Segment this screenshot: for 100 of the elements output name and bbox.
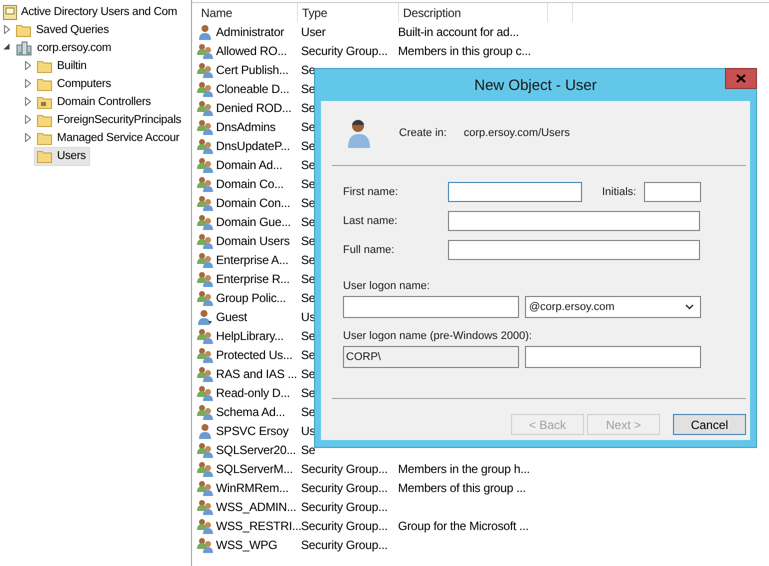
name-cell[interactable]: WSS_ADMIN... — [216, 500, 296, 514]
group-icon — [197, 498, 213, 514]
name-cell[interactable]: SQLServer20... — [216, 442, 296, 456]
description-cell: Members of this group ... — [398, 480, 526, 494]
tree-item[interactable]: Computers — [34, 74, 115, 94]
tree-item[interactable]: Builtin — [34, 56, 91, 76]
tree-item[interactable]: Saved Queries — [13, 20, 113, 40]
group-icon — [197, 270, 213, 286]
tree-item[interactable]: Managed Service Accour — [34, 128, 184, 148]
folder-icon — [37, 150, 52, 162]
name-cell[interactable]: DnsUpdateP... — [216, 138, 290, 152]
name-cell[interactable]: Enterprise A... — [216, 252, 288, 266]
text-field[interactable] — [525, 346, 701, 368]
collapse-arrow-icon[interactable] — [3, 43, 10, 50]
name-cell[interactable]: SPSVC Ersoy — [216, 424, 288, 438]
group-icon — [197, 80, 213, 96]
group-icon — [197, 156, 213, 172]
type-cell: Security Group... — [301, 480, 388, 494]
folder-icon — [37, 60, 52, 72]
tree-item[interactable]: ForeignSecurityPrincipals — [34, 110, 186, 130]
column-header[interactable]: Description — [399, 3, 548, 22]
group-icon — [197, 194, 213, 210]
text-field[interactable] — [448, 182, 582, 202]
name-cell[interactable]: Read-only D... — [216, 386, 290, 400]
folder-icon — [37, 96, 52, 108]
name-cell[interactable]: Denied ROD... — [216, 100, 292, 114]
user-icon — [197, 308, 213, 324]
name-cell[interactable]: Domain Con... — [216, 196, 290, 210]
console-icon — [3, 4, 17, 20]
field-label: User logon name (pre-Windows 2000): — [343, 330, 533, 342]
field-label: First name: — [343, 186, 400, 198]
name-cell[interactable]: Cert Publish... — [216, 62, 288, 76]
field-label: Last name: — [343, 215, 398, 227]
name-cell[interactable]: Guest — [216, 310, 248, 324]
domain-dropdown[interactable]: @corp.ersoy.com — [525, 296, 701, 318]
group-icon — [197, 460, 213, 476]
type-cell: User — [301, 24, 326, 38]
group-icon — [197, 536, 213, 552]
text-field[interactable] — [644, 182, 701, 202]
group-icon — [197, 100, 213, 116]
description-cell: Members in the group h... — [398, 462, 530, 476]
name-cell[interactable]: Domain Co... — [216, 176, 284, 190]
domain-prefix-field: CORP\ — [343, 346, 519, 368]
name-cell[interactable]: Protected Us... — [216, 348, 292, 362]
group-icon — [197, 42, 213, 58]
field-label: Initials: — [602, 186, 638, 198]
expand-arrow-icon[interactable] — [24, 133, 30, 142]
group-icon — [197, 404, 213, 420]
name-cell[interactable]: RAS and IAS ... — [216, 366, 298, 380]
text-field[interactable] — [343, 296, 519, 318]
name-cell[interactable]: Allowed RO... — [216, 44, 287, 58]
description-cell: Members in this group c... — [398, 44, 531, 58]
dialog-title: New Object - User — [474, 76, 597, 94]
expand-arrow-icon[interactable] — [24, 61, 30, 70]
name-cell[interactable]: WinRMRem... — [216, 480, 288, 494]
expand-arrow-icon[interactable] — [24, 97, 30, 106]
create-in-label: Create in: — [399, 127, 447, 139]
tree-item[interactable]: corp.ersoy.com — [13, 38, 116, 58]
type-cell: Security Group... — [301, 462, 388, 476]
group-icon — [197, 366, 213, 382]
close-button[interactable] — [725, 68, 757, 89]
user-icon — [197, 24, 213, 40]
name-cell[interactable]: DnsAdmins — [216, 120, 276, 134]
name-cell[interactable]: Cloneable D... — [216, 82, 290, 96]
folder-icon — [37, 78, 52, 90]
domain-icon — [16, 40, 32, 56]
name-cell[interactable]: HelpLibrary... — [216, 328, 284, 342]
name-cell[interactable]: Enterprise R... — [216, 272, 290, 286]
column-header[interactable]: Name — [197, 3, 298, 22]
folder-icon — [37, 114, 52, 126]
group-icon — [197, 290, 213, 306]
text-field[interactable] — [448, 211, 700, 231]
name-cell[interactable]: Domain Gue... — [216, 214, 291, 228]
name-cell[interactable]: Schema Ad... — [216, 404, 285, 418]
field-label: User logon name: — [343, 280, 431, 292]
close-icon — [736, 74, 746, 83]
folder-icon — [37, 132, 52, 144]
name-cell[interactable]: WSS_WPG — [216, 538, 278, 552]
name-cell[interactable]: Group Polic... — [216, 290, 286, 304]
expand-arrow-icon[interactable] — [24, 79, 30, 88]
tree-item[interactable]: Users — [34, 146, 90, 166]
group-icon — [197, 346, 213, 362]
tree-item[interactable]: Domain Controllers — [34, 92, 155, 112]
type-cell: Security Group... — [301, 538, 388, 552]
chevron-down-icon — [685, 304, 694, 310]
type-cell: Security Group... — [301, 500, 388, 514]
user-icon — [347, 118, 371, 148]
name-cell[interactable]: SQLServerM... — [216, 462, 293, 476]
tree-root-label[interactable]: Active Directory Users and Com — [21, 6, 178, 18]
expand-arrow-icon[interactable] — [24, 115, 30, 124]
name-cell[interactable]: WSS_RESTRI... — [216, 518, 302, 532]
name-cell[interactable]: Domain Ad... — [216, 158, 282, 172]
group-icon — [197, 62, 213, 78]
expand-arrow-icon[interactable] — [4, 25, 10, 34]
name-cell[interactable]: Administrator — [216, 24, 284, 38]
text-field[interactable] — [448, 240, 700, 260]
column-header[interactable]: Type — [298, 3, 399, 22]
dialog-button[interactable]: Cancel — [673, 414, 746, 435]
name-cell[interactable]: Domain Users — [216, 234, 290, 248]
create-in-path: corp.ersoy.com/Users — [464, 127, 570, 139]
